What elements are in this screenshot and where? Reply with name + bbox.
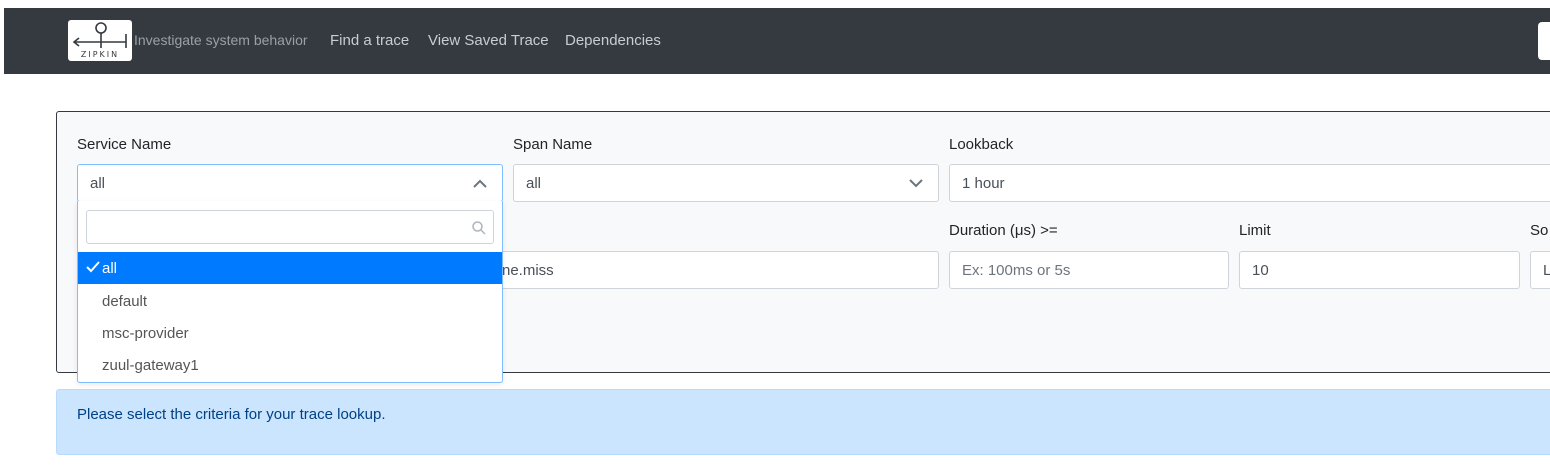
- search-icon: [472, 221, 486, 235]
- navbar: ZIPKIN Investigate system behavior Find …: [4, 8, 1550, 74]
- sort-select[interactable]: L: [1530, 251, 1550, 289]
- option-label: zuul-gateway1: [102, 357, 199, 374]
- span-name-value: all: [526, 175, 542, 192]
- nav-find-trace[interactable]: Find a trace: [330, 32, 409, 49]
- lookback-select[interactable]: 1 hour: [949, 164, 1550, 202]
- annotations-value: ne.miss: [502, 262, 554, 279]
- option-label: all: [102, 260, 118, 277]
- zipkin-logo[interactable]: ZIPKIN: [68, 20, 132, 61]
- limit-label: Limit: [1239, 222, 1271, 239]
- sort-label: So: [1530, 222, 1549, 239]
- lookback-label: Lookback: [949, 136, 1014, 153]
- dropdown-search-input[interactable]: [86, 210, 494, 244]
- span-name-select[interactable]: all: [513, 164, 939, 202]
- navbar-button[interactable]: [1538, 22, 1550, 60]
- service-name-label: Service Name: [77, 136, 172, 153]
- limit-input[interactable]: 10: [1239, 251, 1520, 289]
- check-icon: [86, 261, 100, 273]
- sort-value: L: [1543, 262, 1550, 279]
- service-dropdown-menu: all default msc-provider zuul-gateway1: [77, 201, 503, 383]
- limit-value: 10: [1252, 262, 1269, 279]
- chevron-down-icon: [909, 179, 923, 188]
- lookback-value: 1 hour: [962, 175, 1005, 192]
- nav-view-saved-trace[interactable]: View Saved Trace: [428, 32, 549, 49]
- tagline: Investigate system behavior: [134, 32, 308, 48]
- alert-text: Please select the criteria for your trac…: [77, 406, 386, 423]
- duration-label: Duration (μs) >=: [949, 222, 1058, 239]
- dropdown-option-default[interactable]: default: [78, 285, 502, 317]
- span-name-label: Span Name: [513, 136, 593, 153]
- dropdown-option-zuul-gateway1[interactable]: zuul-gateway1: [78, 349, 502, 381]
- nav-dependencies[interactable]: Dependencies: [565, 32, 661, 49]
- duration-placeholder: Ex: 100ms or 5s: [962, 262, 1071, 279]
- dropdown-option-all[interactable]: all: [78, 252, 502, 284]
- logo-text: ZIPKIN: [80, 50, 120, 59]
- option-label: msc-provider: [102, 325, 189, 342]
- service-name-value: all: [90, 175, 106, 192]
- service-name-select[interactable]: all: [77, 164, 503, 202]
- option-label: default: [102, 293, 148, 310]
- info-alert: Please select the criteria for your trac…: [56, 389, 1550, 455]
- browser-top-strip: [0, 0, 1550, 8]
- chevron-up-icon: [473, 179, 487, 188]
- duration-input[interactable]: Ex: 100ms or 5s: [949, 251, 1229, 289]
- dropdown-option-msc-provider[interactable]: msc-provider: [78, 317, 502, 349]
